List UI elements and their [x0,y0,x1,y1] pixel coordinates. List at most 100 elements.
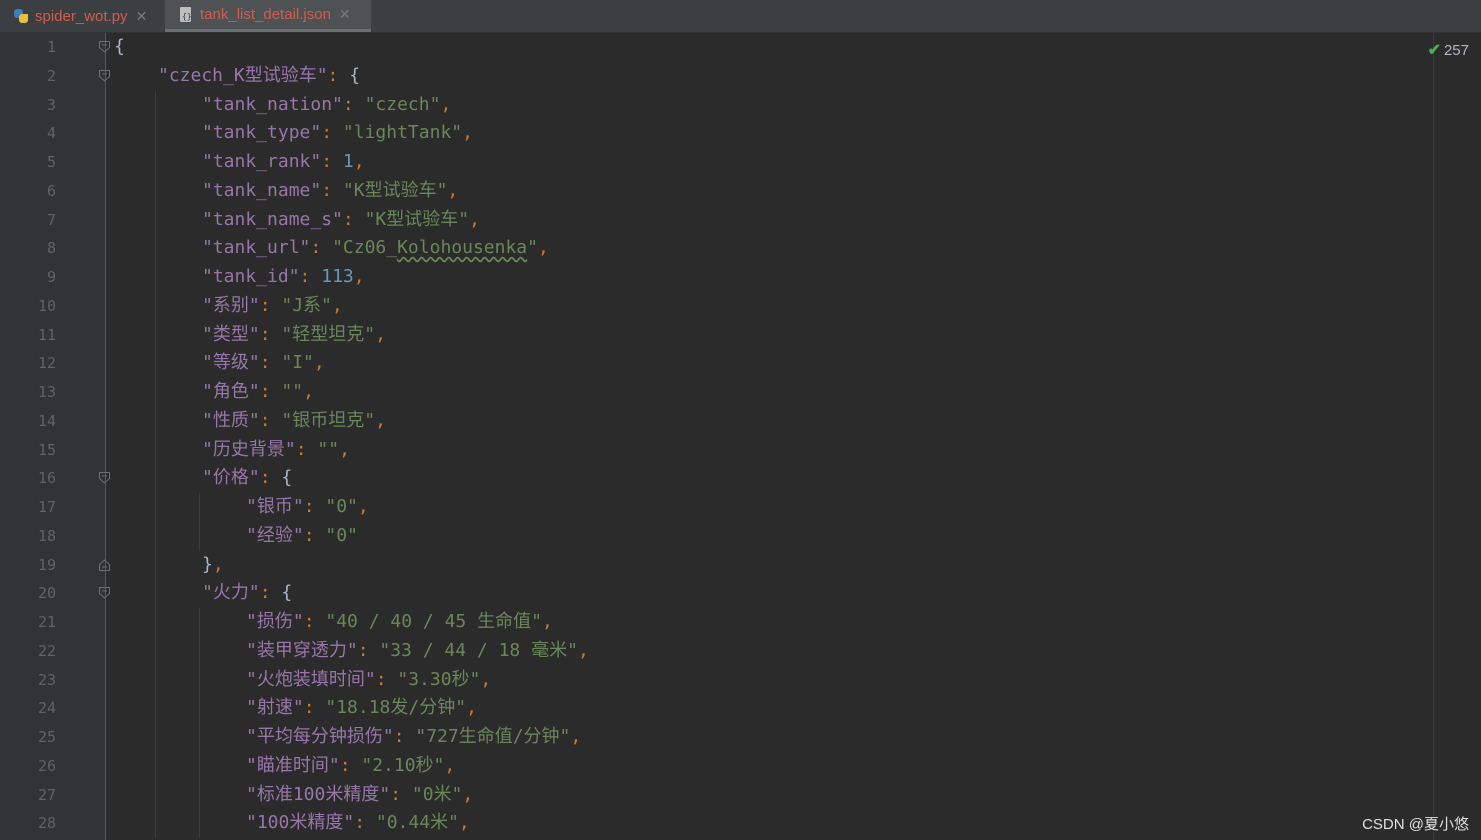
line-number: 21 [37,613,56,631]
code-line[interactable]: 7 "tank_name_s": "K型试验车", [0,206,1481,235]
code-text[interactable]: "角色": "", [202,378,314,407]
code-text[interactable]: "瞄准时间": "2.10秒", [246,752,455,781]
code-line[interactable]: 12 "等级": "I", [0,349,1481,378]
code-token: : [390,783,412,805]
code-text[interactable]: "类型": "轻型坦克", [202,321,386,350]
code-token: : [303,524,326,546]
code-token: , [570,726,582,747]
code-token: , [212,553,224,575]
code-line[interactable]: 9 "tank_id": 113, [0,263,1481,292]
code-token: 1 [342,151,354,172]
code-line[interactable]: 4 "tank_type": "lightTank", [0,119,1481,148]
code-token: "I" [281,352,314,374]
code-line[interactable]: 22 "装甲穿透力": "33 / 44 / 18 毫米", [0,637,1481,666]
code-text[interactable]: "火力": { [202,579,292,608]
code-line[interactable]: 24 "射速": "18.18发/分钟", [0,694,1481,723]
close-icon[interactable]: ✕ [339,6,351,23]
code-line[interactable]: 16 "价格": { [0,464,1481,493]
line-number: 5 [46,153,56,171]
line-number: 8 [46,239,56,258]
code-text[interactable]: "tank_name": "K型试验车", [202,177,458,206]
code-token: : [342,208,365,230]
code-line[interactable]: 26 "瞄准时间": "2.10秒", [0,752,1481,781]
code-token: : [393,726,416,747]
code-line[interactable]: 25 "平均每分钟损伤": "727生命值/分钟", [0,723,1481,752]
code-line[interactable]: 6 "tank_name": "K型试验车", [0,177,1481,206]
tab-tank-list-detail-json[interactable]: {} tank_list_detail.json ✕ [165,0,371,32]
code-text[interactable]: "tank_rank": 1, [202,148,365,177]
code-text[interactable]: "平均每分钟损伤": "727生命值/分钟", [246,723,581,752]
code-token: "40 / 40 / 45 生命值" [325,611,542,632]
code-text[interactable]: "火炮装填时间": "3.30秒", [246,666,491,695]
code-token: "czech" [364,93,441,115]
code-line[interactable]: 10 "系别": "J系", [0,292,1481,321]
code-text[interactable]: { [114,33,125,62]
code-line[interactable]: 23 "火炮装填时间": "3.30秒", [0,666,1481,695]
code-line[interactable]: 3 "tank_nation": "czech", [0,91,1481,120]
code-text[interactable]: "tank_name_s": "K型试验车", [202,206,480,235]
fold-marker-icon[interactable] [99,558,110,571]
code-token: : [259,381,282,402]
code-text[interactable]: "标准100米精度": "0米", [246,781,473,810]
code-line[interactable]: 2 "czech_K型试验车": { [0,62,1481,91]
code-token: "K型试验车" [342,179,448,201]
code-text[interactable]: "历史背景": "", [202,436,350,465]
code-text[interactable]: "银币": "0", [246,493,369,522]
close-icon[interactable]: ✕ [136,8,148,25]
code-text[interactable]: "tank_url": "Cz06_Kolohousenka", [202,234,549,263]
inspection-widget[interactable]: ✔ 257 [1428,40,1469,60]
fold-marker-icon[interactable] [99,69,110,82]
line-number: 12 [37,354,56,373]
code-line[interactable]: 19}, [0,551,1481,580]
code-token: : [357,639,380,661]
code-line[interactable]: 15 "历史背景": "", [0,436,1481,465]
code-token: : [321,122,343,144]
code-line[interactable]: 14 "性质": "银币坦克", [0,407,1481,436]
code-line[interactable]: 20 "火力": { [0,579,1481,608]
fold-marker-icon[interactable] [99,587,110,599]
tab-spider-wot-py[interactable]: spider_wot.py ✕ [0,0,163,32]
code-text[interactable]: }, [202,551,224,580]
code-line[interactable]: 27 "标准100米精度": "0米", [0,781,1481,810]
code-token: "2.10秒" [361,754,445,776]
code-text[interactable]: "装甲穿透力": "33 / 44 / 18 毫米", [246,637,589,666]
code-token: : [303,496,326,517]
code-token: , [303,381,314,402]
code-token: "火炮装填时间" [246,668,376,690]
code-token: : [321,179,343,201]
line-number: 7 [46,210,56,229]
code-text[interactable]: "损伤": "40 / 40 / 45 生命值", [246,608,553,637]
code-text[interactable]: "等级": "I", [202,349,325,378]
code-line[interactable]: 28 "100米精度": "0.44米", [0,809,1481,838]
code-text[interactable]: "射速": "18.18发/分钟", [246,694,477,723]
code-token: "0" [325,524,358,546]
code-text[interactable]: "经验": "0" [246,522,358,551]
code-line[interactable]: 21 "损伤": "40 / 40 / 45 生命值", [0,608,1481,637]
code-line[interactable]: 8 "tank_url": "Cz06_Kolohousenka", [0,234,1481,263]
code-token: : [321,151,343,172]
code-token: , [353,151,365,172]
code-text[interactable]: "tank_type": "lightTank", [202,119,473,148]
code-token: "价格" [202,467,260,489]
code-text[interactable]: "tank_id": 113, [202,263,365,292]
code-line[interactable]: 1{ [0,33,1481,62]
code-token: "历史背景" [202,438,296,460]
fold-marker-icon[interactable] [99,472,110,484]
code-token: "损伤" [246,611,304,632]
code-token: "银币坦克" [281,409,376,431]
code-text[interactable]: "系别": "J系", [202,292,343,321]
fold-marker-icon[interactable] [99,41,110,53]
code-text[interactable]: "czech_K型试验车": { [158,62,360,91]
code-editor[interactable]: 1{2 "czech_K型试验车": {3 "tank_nation": "czec… [0,33,1481,840]
code-token: "" [281,381,304,402]
code-token: "0.44米" [375,812,459,834]
code-line[interactable]: 17 "银币": "0", [0,493,1481,522]
code-line[interactable]: 13 "角色": "", [0,378,1481,407]
code-line[interactable]: 18 "经验": "0" [0,522,1481,551]
code-text[interactable]: "性质": "银币坦克", [202,407,386,436]
code-line[interactable]: 11 "类型": "轻型坦克", [0,321,1481,350]
code-text[interactable]: "tank_nation": "czech", [202,91,451,120]
code-text[interactable]: "价格": { [202,464,292,493]
code-line[interactable]: 5 "tank_rank": 1, [0,148,1481,177]
code-text[interactable]: "100米精度": "0.44米", [246,809,470,838]
